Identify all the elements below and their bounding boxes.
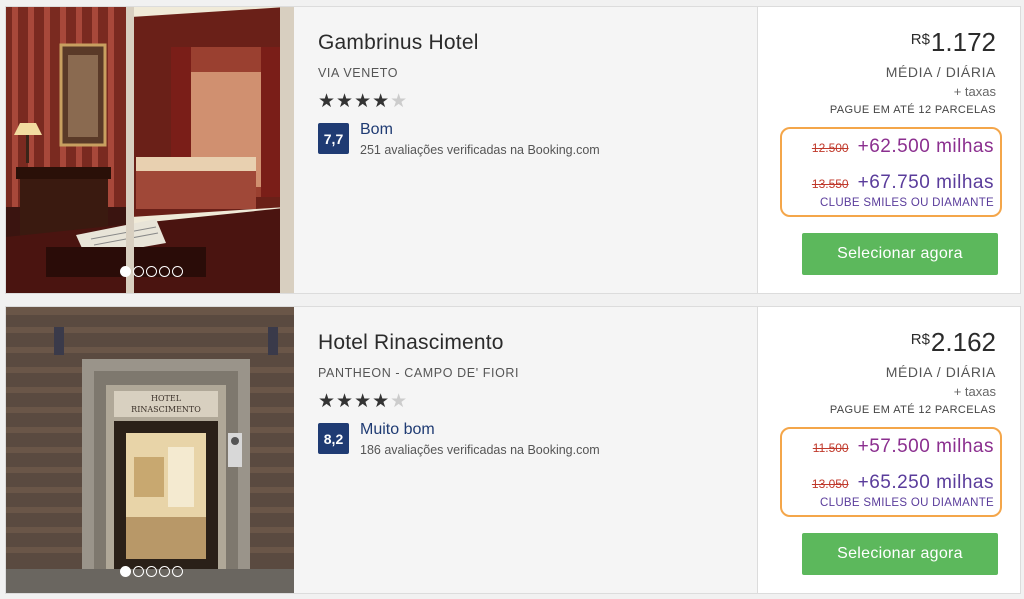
star-icon: ★★★★ bbox=[318, 391, 391, 412]
taxes-label: + taxas bbox=[953, 84, 996, 99]
miles-row-club: 13.550 +67.750 milhas bbox=[812, 172, 994, 194]
photo-carousel-dots[interactable] bbox=[120, 266, 183, 277]
carousel-dot[interactable] bbox=[172, 266, 183, 277]
carousel-dot[interactable] bbox=[172, 566, 183, 577]
old-miles: 12.500 bbox=[811, 141, 849, 155]
carousel-dot[interactable] bbox=[120, 266, 131, 277]
hotel-photo[interactable] bbox=[6, 7, 294, 293]
carousel-dot[interactable] bbox=[159, 266, 170, 277]
club-smiles-label: CLUBE SMILES OU DIAMANTE bbox=[820, 497, 994, 509]
miles-offer-box: 12.500 +62.500 milhas 13.550 +67.750 mil… bbox=[780, 127, 1002, 217]
price: R$ 2.162 bbox=[911, 327, 996, 358]
carousel-dot[interactable] bbox=[159, 566, 170, 577]
price: R$ 1.172 bbox=[911, 27, 996, 58]
hotel-info: Hotel Rinascimento PANTHEON - CAMPO DE' … bbox=[294, 307, 757, 593]
star-icon: ★★★★ bbox=[318, 91, 391, 112]
review-score-label: Muito bom bbox=[360, 421, 435, 438]
hotel-name[interactable]: Gambrinus Hotel bbox=[318, 31, 757, 55]
svg-text:RINASCIMENTO: RINASCIMENTO bbox=[131, 405, 201, 414]
carousel-dot[interactable] bbox=[133, 266, 144, 277]
new-miles: +62.500 milhas bbox=[857, 136, 994, 157]
hotel-location: PANTHEON - CAMPO DE' FIORI bbox=[318, 366, 520, 380]
carousel-dot[interactable] bbox=[120, 566, 131, 577]
old-miles: 13.050 bbox=[811, 477, 849, 491]
new-miles: +65.250 milhas bbox=[857, 472, 994, 493]
review-rating: 7,7 Bom 251 avaliações verificadas na Bo… bbox=[318, 121, 757, 157]
hotel-name[interactable]: Hotel Rinascimento bbox=[318, 331, 757, 355]
old-miles: 13.550 bbox=[811, 177, 849, 191]
review-rating: 8,2 Muito bom 186 avaliações verificadas… bbox=[318, 421, 757, 457]
review-score-badge: 8,2 bbox=[318, 423, 349, 454]
review-count: 186 avaliações verificadas na Booking.co… bbox=[360, 443, 600, 457]
hotel-info: Gambrinus Hotel VIA VENETO ★★★★★ 7,7 Bom… bbox=[294, 7, 757, 293]
price-amount: 1.172 bbox=[930, 27, 996, 57]
star-empty-icon: ★ bbox=[390, 391, 409, 412]
club-smiles-label: CLUBE SMILES OU DIAMANTE bbox=[820, 197, 994, 209]
price-currency: R$ bbox=[910, 31, 930, 48]
svg-text:HOTEL: HOTEL bbox=[151, 394, 182, 403]
carousel-dot[interactable] bbox=[133, 566, 144, 577]
carousel-dot[interactable] bbox=[146, 266, 157, 277]
star-rating: ★★★★★ bbox=[318, 92, 757, 112]
review-score-badge: 7,7 bbox=[318, 123, 349, 154]
installments-label: PAGUE EM ATÉ 12 PARCELAS bbox=[829, 404, 996, 416]
price-panel: R$ 1.172 MÉDIA / DIÁRIA + taxas PAGUE EM… bbox=[757, 7, 1020, 293]
miles-row: 11.500 +57.500 milhas bbox=[813, 436, 994, 458]
installments-label: PAGUE EM ATÉ 12 PARCELAS bbox=[829, 104, 996, 116]
star-empty-icon: ★ bbox=[390, 91, 409, 112]
price-currency: R$ bbox=[910, 331, 930, 348]
miles-offer-box: 11.500 +57.500 milhas 13.050 +65.250 mil… bbox=[780, 427, 1002, 517]
carousel-dot[interactable] bbox=[146, 566, 157, 577]
photo-carousel-dots[interactable] bbox=[120, 566, 183, 577]
new-miles: +67.750 milhas bbox=[857, 172, 994, 193]
price-per-day-label: MÉDIA / DIÁRIA bbox=[885, 364, 996, 380]
hotel-card[interactable]: HOTEL RINASCIMENTO Hotel Rinascimento PA… bbox=[5, 306, 1021, 594]
miles-row-club: 13.050 +65.250 milhas bbox=[812, 472, 994, 494]
price-per-day-label: MÉDIA / DIÁRIA bbox=[885, 64, 996, 80]
hotel-photo[interactable]: HOTEL RINASCIMENTO bbox=[6, 307, 294, 593]
taxes-label: + taxas bbox=[953, 384, 996, 399]
select-now-button[interactable]: Selecionar agora bbox=[802, 233, 998, 275]
old-miles: 11.500 bbox=[812, 441, 849, 455]
price-amount: 2.162 bbox=[930, 327, 996, 357]
hotel-location: VIA VENETO bbox=[318, 66, 399, 80]
review-score-label: Bom bbox=[360, 121, 393, 138]
select-now-button[interactable]: Selecionar agora bbox=[802, 533, 998, 575]
star-rating: ★★★★★ bbox=[318, 392, 757, 412]
price-panel: R$ 2.162 MÉDIA / DIÁRIA + taxas PAGUE EM… bbox=[757, 307, 1020, 593]
review-count: 251 avaliações verificadas na Booking.co… bbox=[360, 143, 600, 157]
new-miles: +57.500 milhas bbox=[857, 436, 994, 457]
miles-row: 12.500 +62.500 milhas bbox=[812, 136, 994, 158]
hotel-card[interactable]: Gambrinus Hotel VIA VENETO ★★★★★ 7,7 Bom… bbox=[5, 6, 1021, 294]
